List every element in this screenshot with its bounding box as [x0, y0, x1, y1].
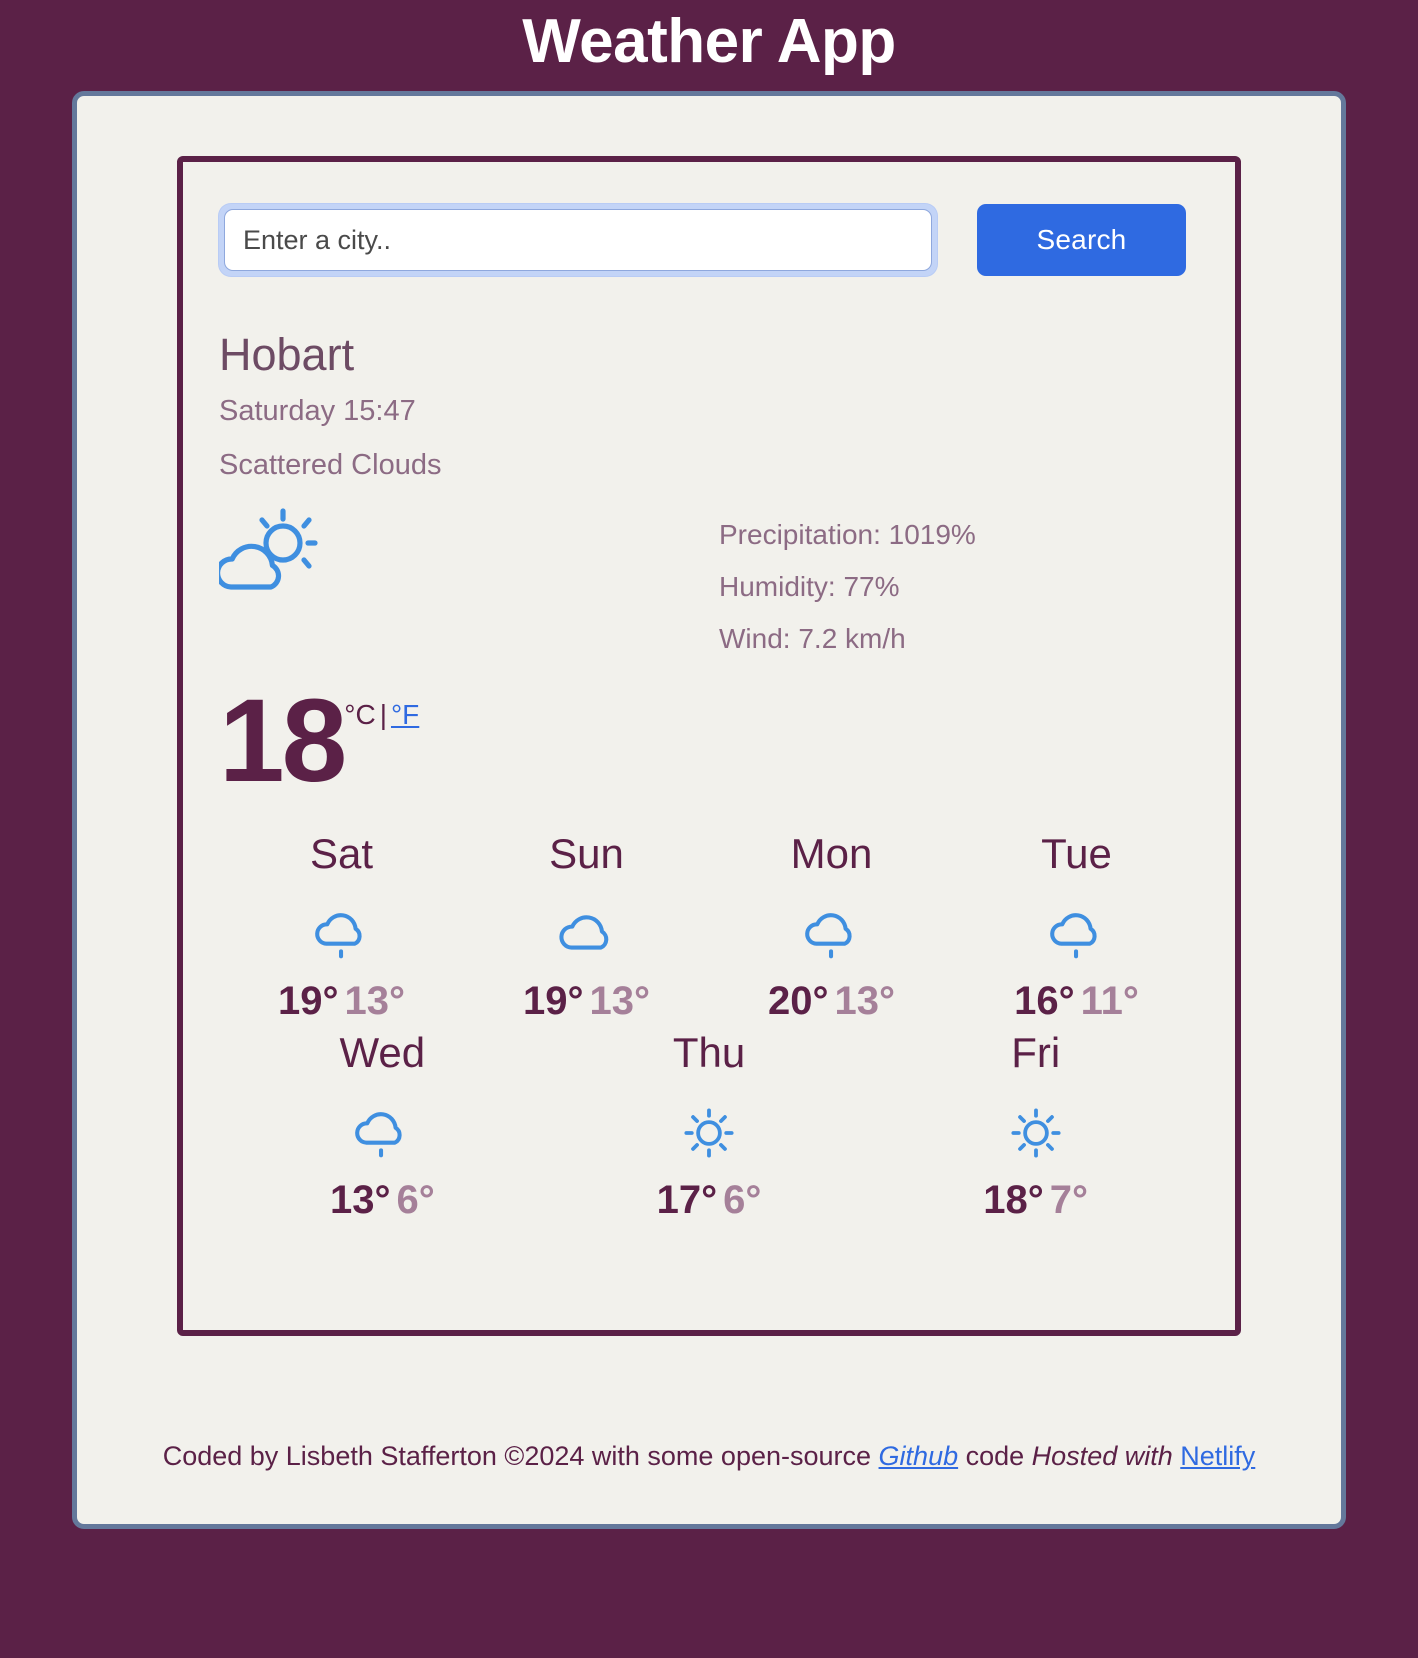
- forecast-day-name: Mon: [790, 829, 873, 877]
- rain-cloud-icon: [709, 889, 954, 979]
- humidity-detail: Humidity: 77%: [719, 570, 900, 602]
- wind-detail: Wind: 7.2 km/h: [719, 622, 906, 654]
- forecast-min-temp: 11°: [1080, 979, 1139, 1024]
- forecast-temps: 19° 13°: [464, 979, 709, 1024]
- forecast-day: Wed 13° 6°: [219, 1029, 546, 1229]
- rain-cloud-icon: [219, 1088, 546, 1178]
- search-bar: Search: [219, 204, 1199, 277]
- forecast-day-name: Sat: [309, 829, 374, 877]
- fahrenheit-unit-link[interactable]: °F: [391, 699, 419, 730]
- current-condition: Scattered Clouds: [219, 448, 442, 481]
- forecast-day: Thu 17° 6°: [546, 1029, 873, 1229]
- forecast-row-2: Wed 13° 6° Thu 17° 6° Fri 18° 7°: [219, 1029, 1199, 1229]
- weather-card: Search Hobart Saturday 15:47 Scattered C…: [72, 91, 1346, 1530]
- current-temperature-block: 18 °C | °F: [219, 674, 1199, 807]
- rain-cloud-icon: [219, 889, 464, 979]
- unit-separator: |: [379, 698, 387, 730]
- forecast-row-1: Sat 19° 13° Sun 19° 13° Mon 20° 13° Tue …: [219, 829, 1199, 1030]
- current-weather: Hobart Saturday 15:47 Scattered Clouds P…: [215, 329, 1199, 807]
- celsius-unit-label: °C: [344, 698, 376, 730]
- sun-icon: [872, 1088, 1199, 1178]
- search-input[interactable]: [224, 209, 932, 272]
- forecast-min-temp: 6°: [723, 1178, 762, 1223]
- cloud-icon: [464, 889, 709, 979]
- current-weather-body: Precipitation: 1019% Humidity: 77% Wind:…: [215, 505, 1199, 677]
- city-name: Hobart: [219, 329, 355, 381]
- forecast-day-name: Wed: [339, 1029, 426, 1077]
- unit-toggle: °C | °F: [344, 691, 419, 731]
- weather-panel: Search Hobart Saturday 15:47 Scattered C…: [177, 156, 1241, 1337]
- forecast-day: Sun 19° 13°: [464, 829, 709, 1030]
- forecast-day: Tue 16° 11°: [954, 829, 1199, 1030]
- sun-behind-cloud-icon: [215, 507, 323, 601]
- forecast-temps: 16° 11°: [954, 979, 1199, 1024]
- search-button[interactable]: Search: [977, 204, 1186, 277]
- forecast-min-temp: 6°: [396, 1178, 435, 1223]
- forecast: Sat 19° 13° Sun 19° 13° Mon 20° 13° Tue …: [219, 829, 1199, 1229]
- forecast-max-temp: 16°: [1014, 979, 1075, 1024]
- forecast-min-temp: 13°: [834, 979, 896, 1024]
- forecast-temps: 13° 6°: [219, 1178, 546, 1223]
- current-icon-column: [215, 505, 719, 602]
- footer-hosted-with-text: Hosted with: [1031, 1441, 1173, 1472]
- forecast-temps: 17° 6°: [546, 1178, 873, 1223]
- forecast-day: Mon 20° 13°: [709, 829, 954, 1030]
- forecast-min-temp: 13°: [344, 979, 406, 1024]
- search-input-wrapper: [219, 204, 937, 277]
- forecast-max-temp: 17°: [656, 1178, 718, 1223]
- current-details: Precipitation: 1019% Humidity: 77% Wind:…: [719, 505, 976, 677]
- sun-icon: [546, 1088, 873, 1178]
- current-datetime: Saturday 15:47: [219, 394, 416, 427]
- current-temperature: 18: [219, 674, 347, 807]
- forecast-max-temp: 18°: [983, 1178, 1044, 1223]
- forecast-max-temp: 13°: [329, 1178, 391, 1223]
- forecast-max-temp: 19°: [523, 979, 584, 1024]
- forecast-temps: 20° 13°: [709, 979, 954, 1024]
- forecast-day-name: Sun: [549, 829, 624, 877]
- forecast-day: Fri 18° 7°: [872, 1029, 1199, 1229]
- forecast-temps: 18° 7°: [872, 1178, 1199, 1223]
- forecast-min-temp: 13°: [589, 979, 651, 1024]
- precipitation-detail: Precipitation: 1019%: [719, 518, 976, 550]
- forecast-day-name: Fri: [1011, 1029, 1061, 1077]
- forecast-day: Sat 19° 13°: [219, 829, 464, 1030]
- forecast-temps: 19° 13°: [219, 979, 464, 1024]
- rain-cloud-icon: [954, 889, 1199, 979]
- footer-code-text: code: [958, 1441, 1032, 1472]
- forecast-day-name: Thu: [672, 1029, 746, 1077]
- footer-credit-text: Coded by Lisbeth Stafferton ©2024 with s…: [162, 1441, 879, 1472]
- forecast-day-name: Tue: [1041, 829, 1112, 877]
- footer: Coded by Lisbeth Stafferton ©2024 with s…: [77, 1441, 1341, 1472]
- github-link[interactable]: Github: [879, 1441, 959, 1471]
- forecast-max-temp: 19°: [278, 979, 339, 1024]
- netlify-link[interactable]: Netlify: [1180, 1441, 1255, 1471]
- page-title: Weather App: [522, 7, 896, 76]
- forecast-min-temp: 7°: [1049, 1178, 1089, 1223]
- forecast-max-temp: 20°: [768, 979, 829, 1024]
